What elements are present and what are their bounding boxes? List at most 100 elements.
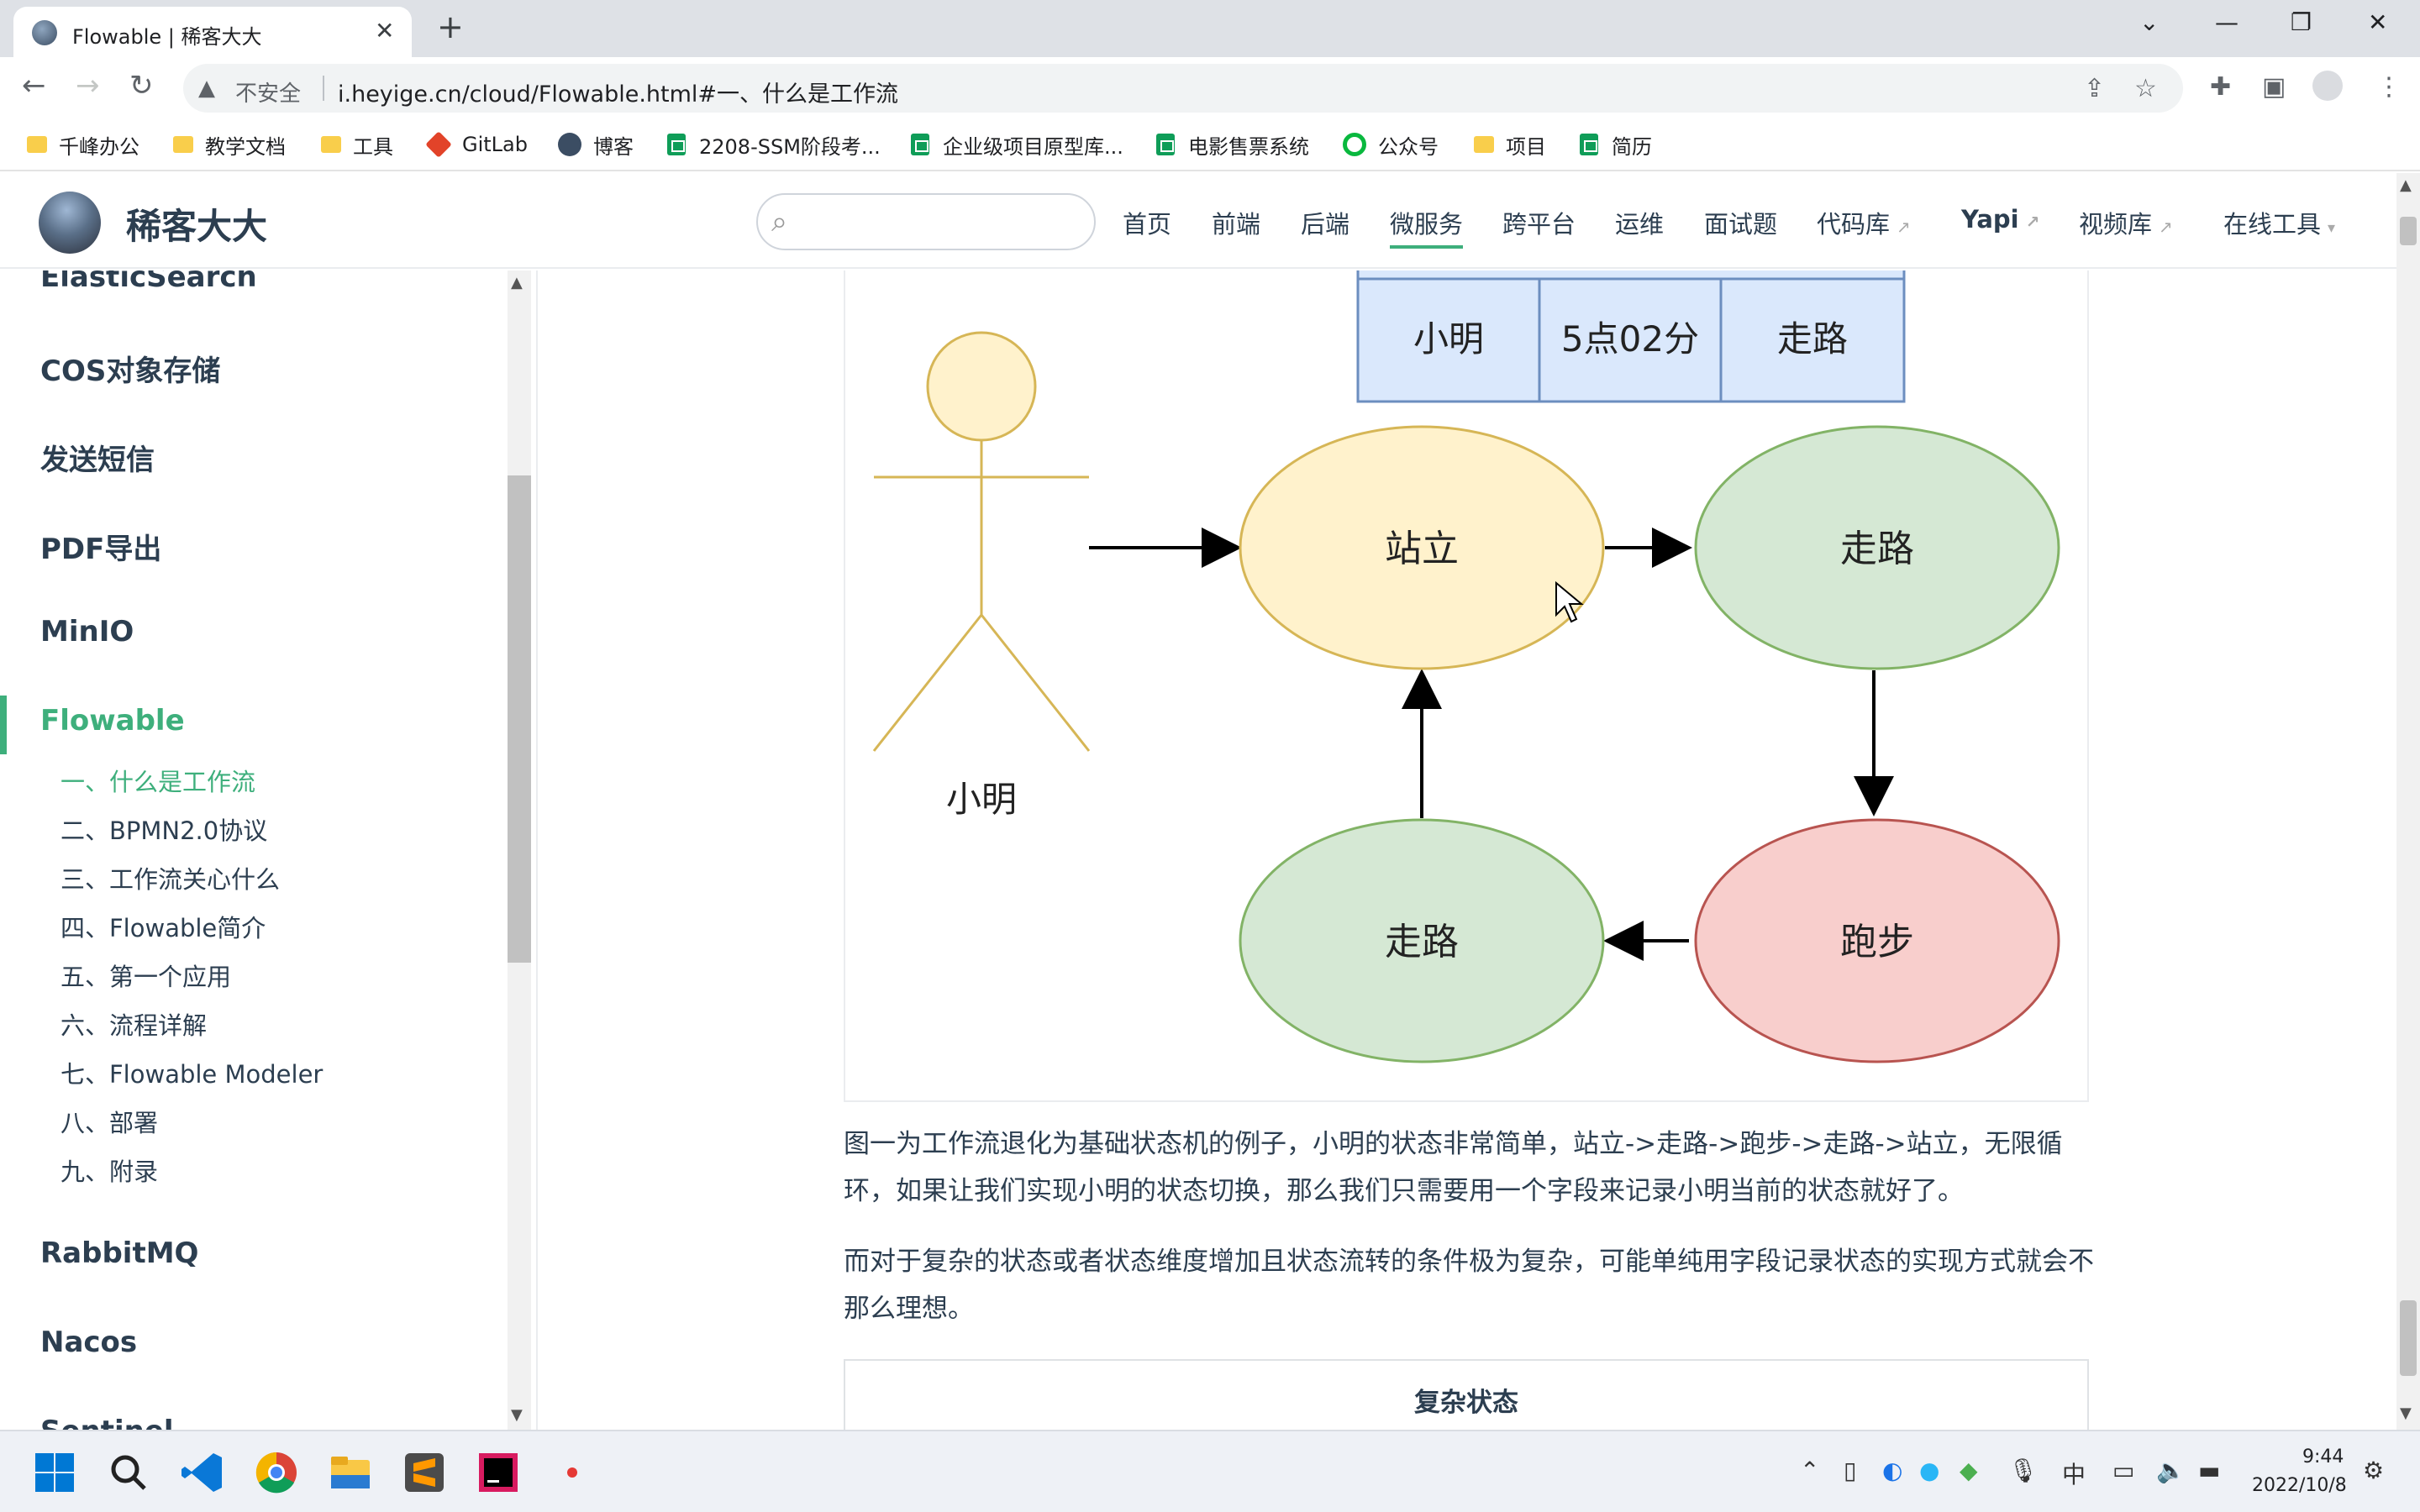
- extensions-icon[interactable]: ✚: [2210, 72, 2231, 102]
- state-machine-diagram: 小明 5点02分 走路 小明 站立 走路 跑步 走路: [872, 270, 2060, 1063]
- forward-arrow-icon[interactable]: →: [76, 69, 100, 102]
- url-text[interactable]: i.heyige.cn/cloud/Flowable.html#一、什么是工作流: [338, 76, 898, 108]
- vscode-icon[interactable]: [180, 1450, 225, 1495]
- restore-button[interactable]: ❐: [2291, 8, 2312, 36]
- site-search-input[interactable]: ⌕: [756, 193, 1096, 250]
- table-cell-name: 小明: [1413, 318, 1484, 360]
- search-icon[interactable]: [106, 1450, 151, 1495]
- browser-tab[interactable]: Flowable | 稀客大大 ✕: [13, 7, 412, 57]
- sidebar-item-flowable[interactable]: Flowable: [40, 704, 185, 738]
- sidebar-item-minio[interactable]: MinIO: [40, 615, 134, 648]
- reload-icon[interactable]: ↻: [129, 69, 154, 102]
- sidebar-subitem[interactable]: 七、Flowable Modeler: [60, 1055, 323, 1090]
- bookmark-item[interactable]: 电影售票系统: [1156, 129, 1309, 160]
- complex-state-table: 复杂状态: [844, 1359, 2089, 1430]
- tray-app-icon[interactable]: ◐: [1882, 1457, 1902, 1484]
- bookmark-item[interactable]: 项目: [1474, 129, 1546, 160]
- sidebar-item-sms[interactable]: 发送短信: [40, 437, 155, 478]
- avatar-icon: [558, 133, 581, 156]
- tab-search-icon[interactable]: ⌄: [2139, 8, 2159, 36]
- insecure-label[interactable]: 不安全: [235, 76, 301, 108]
- back-arrow-icon[interactable]: ←: [22, 69, 46, 102]
- sidebar-item-cos[interactable]: COS对象存储: [40, 348, 220, 389]
- bookmark-item[interactable]: 博客: [558, 129, 634, 160]
- tray-overflow-icon[interactable]: ⌃: [1800, 1457, 1819, 1484]
- nav-cross-platform[interactable]: 跨平台: [1502, 205, 1576, 240]
- sidebar-subitem[interactable]: 一、什么是工作流: [60, 763, 255, 798]
- nav-online-tools[interactable]: 在线工具 ▾: [2223, 205, 2335, 240]
- new-tab-button[interactable]: +: [437, 10, 464, 44]
- dropdown-caret-icon: ▾: [2328, 219, 2336, 237]
- volume-icon[interactable]: 🔈: [2156, 1457, 2186, 1484]
- site-logo[interactable]: [39, 192, 101, 254]
- page-scrollbar-track[interactable]: [2396, 173, 2420, 1430]
- table-header: 复杂状态: [1414, 1388, 1518, 1418]
- site-name[interactable]: 稀客大大: [126, 198, 267, 249]
- sidebar-subitem[interactable]: 三、工作流关心什么: [60, 860, 280, 895]
- nav-ops[interactable]: 运维: [1615, 205, 1664, 240]
- bookmark-item[interactable]: 公众号: [1343, 129, 1439, 160]
- sidebar-item-rabbitmq[interactable]: RabbitMQ: [40, 1236, 198, 1270]
- nav-yapi[interactable]: Yapi ↗: [1961, 205, 2039, 234]
- sidebar-subitem[interactable]: 六、流程详解: [60, 1006, 207, 1042]
- sidebar-subitem[interactable]: 九、附录: [60, 1152, 158, 1188]
- bookmark-star-icon[interactable]: ☆: [2134, 74, 2157, 103]
- menu-kebab-icon[interactable]: ⋮: [2376, 72, 2402, 102]
- windows-start-icon[interactable]: [32, 1450, 77, 1495]
- bookmark-item[interactable]: 简历: [1580, 129, 1652, 160]
- recording-app-icon[interactable]: [550, 1450, 595, 1495]
- minimize-button[interactable]: —: [2215, 8, 2238, 36]
- sidebar-item-nacos[interactable]: Nacos: [40, 1326, 137, 1359]
- battery-icon[interactable]: ▬: [2198, 1457, 2220, 1484]
- tray-cloud-icon[interactable]: ●: [1919, 1457, 1939, 1484]
- address-bar[interactable]: ▲ 不安全 i.heyige.cn/cloud/Flowable.html#一、…: [183, 64, 2183, 113]
- actor-label: 小明: [946, 779, 1017, 820]
- sidebar-subitem[interactable]: 五、第一个应用: [60, 958, 231, 993]
- profile-avatar-icon[interactable]: [2312, 71, 2343, 101]
- sidebar-item-elasticsearch[interactable]: ElasticSearch: [40, 270, 257, 294]
- chrome-icon[interactable]: [254, 1450, 299, 1495]
- nav-frontend[interactable]: 前端: [1212, 205, 1260, 240]
- clock-date[interactable]: 2022/10/8: [2252, 1475, 2347, 1496]
- sidebar-item-sentinel[interactable]: Sentinel: [40, 1415, 174, 1430]
- network-icon[interactable]: ▭: [2112, 1457, 2134, 1484]
- side-panel-icon[interactable]: ▣: [2262, 72, 2286, 102]
- clock-time[interactable]: 9:44: [2302, 1446, 2344, 1467]
- tray-app2-icon[interactable]: ◆: [1960, 1457, 1978, 1484]
- microphone-icon[interactable]: 🎙: [2008, 1457, 2039, 1484]
- sheet-icon: [1580, 134, 1598, 155]
- sidebar-subitem[interactable]: 四、Flowable简介: [60, 909, 266, 944]
- tray-usb-icon[interactable]: ▯: [1844, 1457, 1856, 1484]
- tab-close-icon[interactable]: ✕: [375, 17, 394, 45]
- nav-interview[interactable]: 面试题: [1704, 205, 1777, 240]
- bookmark-item[interactable]: 企业级项目原型库...: [911, 129, 1123, 160]
- sidebar-item-pdf[interactable]: PDF导出: [40, 526, 161, 567]
- nav-home[interactable]: 首页: [1123, 205, 1171, 240]
- share-icon[interactable]: ⇪: [2084, 74, 2105, 103]
- search-icon: ⌕: [771, 205, 788, 239]
- ime-indicator[interactable]: 中: [2062, 1457, 2086, 1490]
- intellij-icon[interactable]: [476, 1450, 521, 1495]
- bookmark-item[interactable]: 千峰办公: [27, 129, 139, 160]
- nav-microservice[interactable]: 微服务: [1390, 205, 1464, 249]
- window-close-button[interactable]: ✕: [2368, 8, 2387, 36]
- bookmark-item[interactable]: 教学文档: [173, 129, 286, 160]
- scroll-up-arrow-icon[interactable]: ▲: [511, 274, 523, 291]
- page-scrollbar-thumb[interactable]: [2400, 1300, 2417, 1376]
- sidebar-scrollbar-thumb[interactable]: [508, 475, 531, 963]
- nav-code-repo[interactable]: 代码库 ↗: [1817, 205, 1911, 240]
- sidebar-subitem[interactable]: 二、BPMN2.0协议: [60, 811, 267, 847]
- nav-backend[interactable]: 后端: [1301, 205, 1349, 240]
- bookmark-item[interactable]: GitLab: [425, 129, 528, 160]
- page-scroll-up-icon[interactable]: ▲: [2400, 176, 2412, 194]
- sidebar: ElasticSearch COS对象存储 发送短信 PDF导出 MinIO F…: [0, 270, 538, 1430]
- bookmark-item[interactable]: 2208-SSM阶段考...: [667, 129, 881, 160]
- file-explorer-icon[interactable]: [328, 1450, 373, 1495]
- nav-video[interactable]: 视频库 ↗: [2079, 205, 2173, 240]
- page-scroll-down-icon[interactable]: ▼: [2400, 1404, 2412, 1422]
- notification-icon[interactable]: ⚙: [2363, 1457, 2384, 1484]
- bookmark-item[interactable]: 工具: [321, 129, 393, 160]
- sidebar-subitem[interactable]: 八、部署: [60, 1104, 158, 1139]
- sublime-text-icon[interactable]: [402, 1450, 447, 1495]
- scroll-down-arrow-icon[interactable]: ▼: [511, 1406, 523, 1424]
